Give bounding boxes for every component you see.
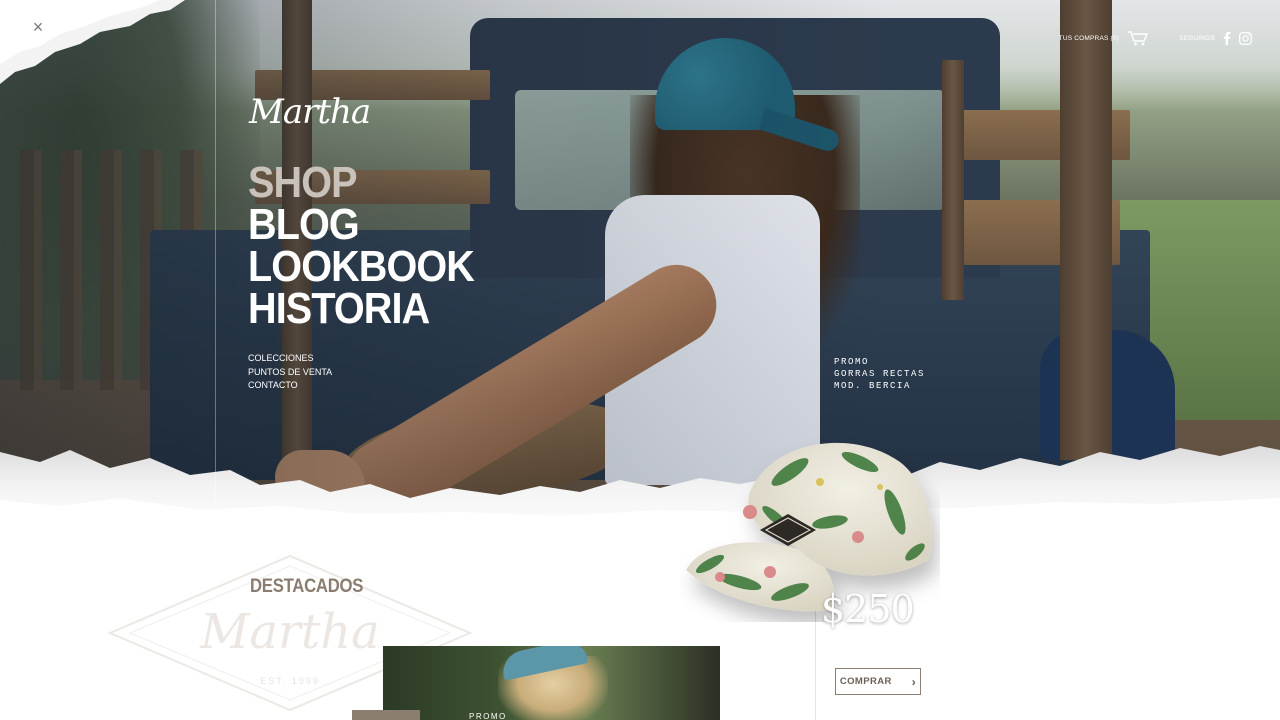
featured-card[interactable]: PROMO xyxy=(383,646,720,720)
nav-item-puntos-de-venta[interactable]: PUNTOS DE VENTA xyxy=(248,366,332,380)
product-price: $250 xyxy=(821,587,915,631)
nav-item-historia[interactable]: HISTORIA xyxy=(248,287,474,331)
featured-tab xyxy=(352,710,420,720)
section-heading-destacados: DESTACADOS xyxy=(250,576,364,597)
featured-card-label: PROMO xyxy=(469,712,507,720)
torn-paper-edge xyxy=(0,446,1280,540)
nav-item-shop[interactable]: SHOP xyxy=(248,161,474,205)
watermark-logo-text: Martha xyxy=(199,604,380,660)
promo-line-3: MOD. BERCIA xyxy=(834,381,912,391)
promo-text: PROMO GORRAS RECTAS MOD. BERCIA xyxy=(834,356,925,392)
social-label: SEGUINOS xyxy=(1179,34,1215,42)
chevron-right-icon: › xyxy=(911,674,917,689)
brand-logo[interactable]: Martha xyxy=(249,92,371,132)
watermark-sub-text: EST. 1999 xyxy=(260,676,320,686)
promo-line-1: PROMO xyxy=(834,357,870,367)
promo-line-2: GORRAS RECTAS xyxy=(834,369,926,379)
cart-icon[interactable] xyxy=(1127,30,1149,46)
torn-paper-corner xyxy=(0,0,185,84)
buy-button-label: COMPRAR xyxy=(839,676,892,687)
secondary-nav: COLECCIONES PUNTOS DE VENTA CONTACTO xyxy=(248,352,332,393)
facebook-icon[interactable] xyxy=(1223,31,1231,45)
nav-item-contacto[interactable]: CONTACTO xyxy=(248,379,332,393)
buy-button[interactable]: COMPRAR › xyxy=(835,668,921,695)
instagram-icon[interactable] xyxy=(1239,31,1252,45)
close-icon[interactable]: × xyxy=(29,18,47,36)
cart-label[interactable]: TUS COMPRAS (0) xyxy=(1059,35,1119,42)
nav-item-blog[interactable]: BLOG xyxy=(248,203,474,247)
nav-item-lookbook[interactable]: LOOKBOOK xyxy=(248,245,475,289)
top-bar: TUS COMPRAS (0) SEGUINOS xyxy=(1059,30,1252,46)
nav-item-colecciones[interactable]: COLECCIONES xyxy=(248,352,332,366)
main-nav: SHOP BLOG LOOKBOOK HISTORIA xyxy=(248,161,499,331)
